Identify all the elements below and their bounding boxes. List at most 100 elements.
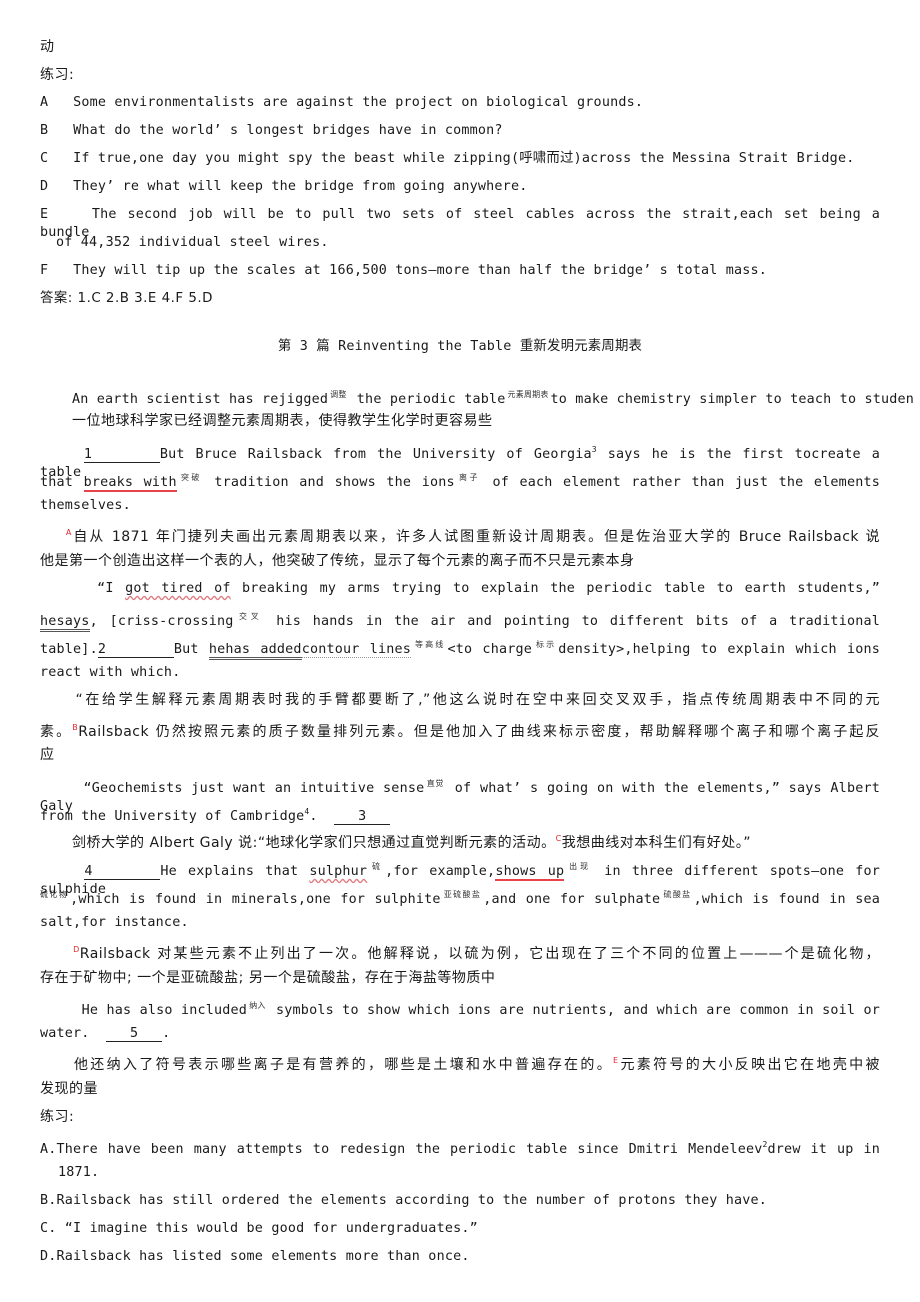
text: from the University of Cambridge xyxy=(40,809,305,824)
highlighted-phrase: sulphur xyxy=(309,864,368,879)
text: 我想曲线对本科生们有好处。” xyxy=(561,835,751,851)
text: Railsback 对某些元素不止列出了一次。他解释说，以硫为例，它出现在了三个… xyxy=(79,946,880,962)
blank-3[interactable]: 3 xyxy=(334,809,391,825)
paragraph-3-line-1: “I got tired of breaking my arms trying … xyxy=(40,580,880,598)
text: “I xyxy=(97,581,114,596)
option-letter: A xyxy=(40,95,49,110)
gloss: 调整 xyxy=(330,390,347,399)
exercise-option-a-continued: 1871. xyxy=(58,1165,100,1180)
paragraph-3-line-3: table].2 But hehas addedcontour lines 等高线 <… xyxy=(40,636,880,660)
answer-marker: D xyxy=(73,945,80,954)
highlighted-phrase: contour lines xyxy=(301,642,412,658)
gloss: 交叉 xyxy=(235,612,263,621)
paragraph-5-cn-1: DRailsback 对某些元素不止列出了一次。他解释说，以硫为例，它出现在了三… xyxy=(40,941,880,963)
text: “在给学生解释元素周期表时我的手臂都要断了,”他这么说时在空中来回交叉双手，指点… xyxy=(75,692,880,708)
exercise-option-b: B.Railsback has still ordered the elemen… xyxy=(40,1193,768,1208)
paragraph-3-cn-1: “在给学生解释元素周期表时我的手臂都要断了,”他这么说时在空中来回交叉双手，指点… xyxy=(40,691,880,709)
text: An earth scientist has rejigged xyxy=(72,392,329,407)
text: that xyxy=(40,475,74,490)
text: He has also included xyxy=(81,1003,248,1018)
text: breaking my arms trying to explain the p… xyxy=(242,581,881,596)
footnote-ref: 3 xyxy=(591,445,597,454)
text: But Bruce Railsback from the University … xyxy=(159,447,592,462)
option-e-continued: of 44,352 individual steel wires. xyxy=(56,235,329,250)
paragraph-6-cn-1: 他还纳入了符号表示哪些离子是有营养的，哪些是土壤和水中普遍存在的。E元素符号的大… xyxy=(40,1052,880,1074)
text: the periodic table xyxy=(356,392,506,407)
text: He explains that xyxy=(160,864,299,879)
exercise-option-d: D.Railsback has listed some elements mor… xyxy=(40,1249,470,1264)
option-text: What do the world’ s longest bridges hav… xyxy=(73,123,503,138)
paragraph-3-line-2: hesays, [criss-crossing 交叉 his hands in t… xyxy=(40,608,880,632)
text: “Geochemists just want an intuitive sens… xyxy=(83,781,425,796)
blank-5[interactable]: 5 xyxy=(106,1026,163,1042)
blank-2[interactable]: 2 xyxy=(97,642,174,658)
blank-1[interactable]: 1 xyxy=(83,447,160,463)
text: of each element rather than just the ele… xyxy=(492,475,880,490)
gloss: 标示 xyxy=(534,640,557,649)
paragraph-3-line-4: react with which. xyxy=(40,665,181,680)
text: . xyxy=(309,809,318,824)
text: 他还纳入了符号表示哪些离子是有营养的，哪些是土壤和水中普遍存在的。 xyxy=(73,1057,614,1073)
option-letter: B xyxy=(40,123,49,138)
highlighted-phrase: breaks with xyxy=(83,475,177,492)
text: ,for example, xyxy=(385,864,496,879)
exercise-label-2: 练习: xyxy=(40,1109,75,1125)
gloss: 硫酸盐 xyxy=(662,890,692,899)
option-text: Some environmentalists are against the p… xyxy=(73,95,644,110)
text: drew it up in xyxy=(767,1142,880,1157)
blank-4[interactable]: 4 xyxy=(84,864,161,880)
text: 元素符号的大小反映出它在地壳中被 xyxy=(618,1057,880,1073)
exercise-option-a: A.There have been many attempts to redes… xyxy=(40,1136,880,1159)
paragraph-2-cn-2: 他是第一个创造出这样一个表的人，他突破了传统，显示了每个元素的离子而不只是元素本… xyxy=(40,553,635,569)
text: But xyxy=(173,642,199,657)
text: 剑桥大学的 Albert Galy 说:“地球化学家们只想通过直觉判断元素的活动… xyxy=(72,835,556,851)
gloss: 出现 xyxy=(566,862,592,871)
paragraph-5-line-2: 硫化物 ,which is found in minerals,one for s… xyxy=(40,886,880,909)
text: table]. xyxy=(40,642,98,657)
paragraph-2-line-3: themselves. xyxy=(40,498,131,513)
paragraph-2-line-2: that breaks with 突破 tradition and shows t… xyxy=(40,469,880,492)
option-text: They will tip up the scales at 166,500 t… xyxy=(73,263,768,278)
paragraph-6-line-2: water. 5. xyxy=(40,1025,170,1043)
gloss: 硫 xyxy=(369,862,384,871)
text: ,which is found in minerals,one for sulp… xyxy=(70,892,441,907)
highlighted-phrase: shows up xyxy=(495,864,565,881)
answer-key: 答案: 1.C 2.B 3.E 4.F 5.D xyxy=(40,291,213,306)
text: ,which is found in sea xyxy=(693,892,880,907)
highlighted-phrase: got tired of xyxy=(125,581,231,596)
option-letter: E xyxy=(40,207,49,222)
paragraph-6-line-1: He has also included 纳入 symbols to show w… xyxy=(40,997,880,1020)
paragraph-4-line-2: from the University of Cambridge4. 3 xyxy=(40,803,391,826)
text: ,and one for sulphate xyxy=(483,892,661,907)
gloss: 离子 xyxy=(456,473,480,482)
text: tradition and shows the ions xyxy=(214,475,455,490)
gloss: 纳入 xyxy=(249,1001,266,1010)
gloss: 元素周期表 xyxy=(507,390,549,399)
text: water. xyxy=(40,1026,90,1041)
paragraph-3-cn-2: 素。BRailsback 仍然按照元素的质子数量排列元素。但是他加入了曲线来标示… xyxy=(40,719,880,741)
option-text: If true,one day you might spy the beast … xyxy=(73,151,855,166)
paragraph-4-cn: 剑桥大学的 Albert Galy 说:“地球化学家们只想通过直觉判断元素的活动… xyxy=(72,830,751,852)
article-title: 第 3 篇 Reinventing the Table 重新发明元素周期表 xyxy=(277,339,643,354)
gloss: 直觉 xyxy=(426,779,445,788)
option-b: B What do the world’ s longest bridges h… xyxy=(40,122,503,140)
paragraph-2-cn-1: A自从 1871 年门捷列夫画出元素周期表以来，许多人试图重新设计周期表。但是佐… xyxy=(40,524,880,546)
paragraph-1-cn: 一位地球科学家已经调整元素周期表，使得教学生化学时更容易些 xyxy=(72,413,493,429)
exercise-option-c: C. “I imagine this would be good for und… xyxy=(40,1221,478,1236)
option-c: C If true,one day you might spy the beas… xyxy=(40,150,854,168)
text: 自从 1871 年门捷列夫画出元素周期表以来，许多人试图重新设计周期表。但是佐治… xyxy=(71,529,880,545)
highlighted-phrase: hehas added xyxy=(208,642,302,660)
text: 素。 xyxy=(40,724,73,740)
option-text: They’ re what will keep the bridge from … xyxy=(73,179,528,194)
text: symbols to show which ions are nutrients… xyxy=(276,1003,880,1018)
gloss: 亚硫酸盐 xyxy=(442,890,482,899)
paragraph-5-cn-2: 存在于矿物中; 一个是亚硫酸盐; 另一个是硫酸盐，存在于海盐等物质中 xyxy=(40,970,496,986)
document-page: 动 练习: A Some environmentalists are again… xyxy=(0,0,920,1302)
option-letter: F xyxy=(40,263,49,278)
paragraph-1-en: An earth scientist has rejigged 调整 the pe… xyxy=(72,386,914,409)
option-f: F They will tip up the scales at 166,500… xyxy=(40,262,767,280)
paragraph-6-cn-2: 发现的量 xyxy=(40,1081,98,1097)
option-letter: D xyxy=(40,179,49,194)
text: A.There have been many attempts to redes… xyxy=(40,1142,763,1157)
paragraph-5-line-3: salt,for instance. xyxy=(40,915,189,930)
